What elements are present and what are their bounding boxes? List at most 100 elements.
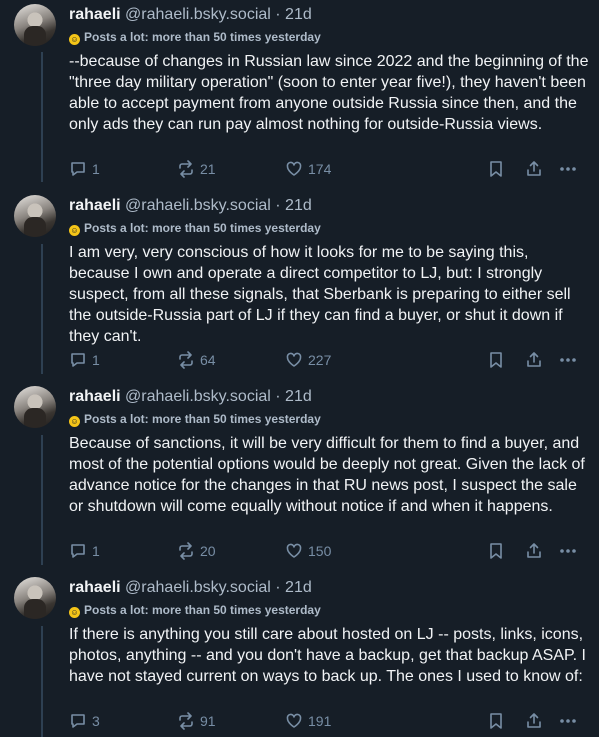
heart-icon — [286, 352, 302, 367]
badge-label: Posts a lot: more than 50 times yesterda… — [84, 30, 321, 44]
post-time[interactable]: · 21d — [275, 6, 311, 23]
repost-icon — [179, 351, 193, 369]
post-time[interactable]: · 21d — [275, 388, 311, 405]
post-text: Because of sanctions, it will be very di… — [69, 435, 585, 515]
badge-label: Posts a lot: more than 50 times yesterda… — [84, 221, 321, 235]
post-text: If there is anything you still care abou… — [69, 626, 586, 685]
post-text: --because of changes in Russian law sinc… — [69, 53, 589, 133]
smiley-badge-icon: ☺ — [69, 607, 80, 618]
post[interactable]: rahaeli @rahaeli.bsky.social · 21d ☺ Post… — [0, 195, 599, 375]
comment-icon — [71, 544, 85, 558]
share-button[interactable] — [525, 710, 543, 732]
author-handle[interactable]: @rahaeli.bsky.social — [125, 388, 271, 405]
avatar[interactable] — [14, 577, 56, 619]
repost-icon — [179, 542, 193, 560]
post-actions: 1 21 174 — [69, 158, 589, 180]
post[interactable]: rahaeli @rahaeli.bsky.social · 21d ☺ Post… — [0, 386, 599, 566]
bookmark-icon — [490, 352, 502, 368]
post-header: rahaeli @rahaeli.bsky.social · 21d — [69, 196, 312, 216]
like-button[interactable]: 227 — [285, 349, 331, 371]
badge-label: Posts a lot: more than 50 times yesterda… — [84, 412, 321, 426]
more-button[interactable] — [558, 158, 578, 180]
repost-button[interactable]: 21 — [177, 158, 216, 180]
reply-count: 1 — [92, 352, 100, 368]
repost-button[interactable]: 91 — [177, 710, 216, 732]
more-button[interactable] — [558, 540, 578, 562]
comment-icon — [71, 162, 85, 176]
more-icon — [560, 167, 576, 171]
post-actions: 3 91 191 — [69, 710, 589, 732]
badge-label: Posts a lot: more than 50 times yesterda… — [84, 603, 321, 617]
bookmark-button[interactable] — [488, 540, 504, 562]
avatar[interactable] — [14, 386, 56, 428]
post-time[interactable]: · 21d — [275, 579, 311, 596]
repost-count: 20 — [200, 543, 216, 559]
like-button[interactable]: 174 — [285, 158, 331, 180]
activity-badge: ☺ Posts a lot: more than 50 times yesterd… — [69, 603, 321, 618]
post-actions: 1 64 227 — [69, 349, 589, 371]
reply-button[interactable]: 3 — [69, 710, 100, 732]
smiley-badge-icon: ☺ — [69, 225, 80, 236]
repost-icon — [179, 712, 193, 730]
bookmark-icon — [490, 161, 502, 177]
repost-count: 21 — [200, 161, 216, 177]
author-handle[interactable]: @rahaeli.bsky.social — [125, 197, 271, 214]
share-icon — [527, 543, 541, 558]
like-count: 150 — [308, 543, 332, 559]
heart-icon — [286, 713, 302, 728]
smiley-badge-icon: ☺ — [69, 34, 80, 45]
share-button[interactable] — [525, 540, 543, 562]
reply-button[interactable]: 1 — [69, 540, 100, 562]
bookmark-icon — [490, 713, 502, 729]
comment-icon — [71, 353, 85, 367]
more-button[interactable] — [558, 710, 578, 732]
like-count: 227 — [308, 352, 332, 368]
share-icon — [527, 352, 541, 367]
post-header: rahaeli @rahaeli.bsky.social · 21d — [69, 387, 312, 407]
post-header: rahaeli @rahaeli.bsky.social · 21d — [69, 5, 312, 25]
author-handle[interactable]: @rahaeli.bsky.social — [125, 6, 271, 23]
repost-button[interactable]: 20 — [177, 540, 216, 562]
heart-icon — [286, 161, 302, 176]
post[interactable]: rahaeli @rahaeli.bsky.social · 21d ☺ Post… — [0, 4, 599, 184]
author-name[interactable]: rahaeli — [69, 6, 121, 23]
author-name[interactable]: rahaeli — [69, 197, 121, 214]
author-name[interactable]: rahaeli — [69, 388, 121, 405]
repost-count: 64 — [200, 352, 216, 368]
share-button[interactable] — [525, 158, 543, 180]
reply-button[interactable]: 1 — [69, 349, 100, 371]
activity-badge: ☺ Posts a lot: more than 50 times yesterd… — [69, 30, 321, 45]
post-time[interactable]: · 21d — [275, 197, 311, 214]
activity-badge: ☺ Posts a lot: more than 50 times yesterd… — [69, 412, 321, 427]
author-handle[interactable]: @rahaeli.bsky.social — [125, 579, 271, 596]
avatar[interactable] — [14, 4, 56, 46]
heart-icon — [286, 543, 302, 558]
more-icon — [560, 719, 576, 723]
repost-count: 91 — [200, 713, 216, 729]
post-header: rahaeli @rahaeli.bsky.social · 21d — [69, 578, 312, 598]
bookmark-button[interactable] — [488, 349, 504, 371]
post-text: I am very, very conscious of how it look… — [69, 244, 571, 345]
author-name[interactable]: rahaeli — [69, 579, 121, 596]
like-button[interactable]: 191 — [285, 710, 331, 732]
bookmark-icon — [490, 543, 502, 559]
smiley-badge-icon: ☺ — [69, 416, 80, 427]
post[interactable]: rahaeli @rahaeli.bsky.social · 21d ☺ Post… — [0, 577, 599, 737]
avatar[interactable] — [14, 195, 56, 237]
more-icon — [560, 358, 576, 362]
repost-button[interactable]: 64 — [177, 349, 216, 371]
like-count: 174 — [308, 161, 332, 177]
repost-icon — [179, 160, 193, 178]
activity-badge: ☺ Posts a lot: more than 50 times yesterd… — [69, 221, 321, 236]
reply-count: 1 — [92, 161, 100, 177]
reply-count: 1 — [92, 543, 100, 559]
like-button[interactable]: 150 — [285, 540, 331, 562]
bookmark-button[interactable] — [488, 158, 504, 180]
comment-icon — [71, 714, 85, 728]
post-actions: 1 20 150 — [69, 540, 589, 562]
more-button[interactable] — [558, 349, 578, 371]
reply-count: 3 — [92, 713, 100, 729]
bookmark-button[interactable] — [488, 710, 504, 732]
share-button[interactable] — [525, 349, 543, 371]
reply-button[interactable]: 1 — [69, 158, 100, 180]
